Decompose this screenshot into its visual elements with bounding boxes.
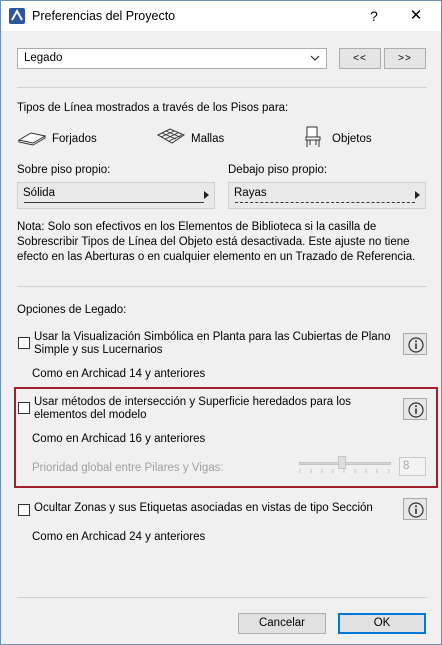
title-bar: Preferencias del Proyecto ? ✕	[1, 1, 441, 31]
legacy-intersection-label-line1: Usar métodos de intersección y Superfici…	[34, 396, 352, 408]
chair-icon	[305, 126, 321, 147]
archicad-app-icon	[9, 8, 25, 24]
priority-slider-thumb[interactable]	[338, 456, 346, 469]
mesh-icon	[156, 128, 186, 144]
divider	[17, 87, 427, 88]
solid-line-sample	[24, 202, 204, 203]
info-icon	[408, 402, 424, 418]
slabs-label: Forjados	[52, 133, 97, 145]
roof-symbolic-display-checkbox[interactable]	[18, 337, 30, 349]
note-text: Nota: Solo son efectivos en los Elemento…	[17, 221, 416, 263]
help-button[interactable]: ?	[361, 6, 387, 26]
own-story-line-type-popup[interactable]: Sólida	[17, 182, 215, 209]
divider	[17, 597, 427, 598]
preset-dropdown[interactable]: Legado	[17, 48, 327, 69]
roof-symbolic-display-label-line1: Usar la Visualización Simbólica en Plant…	[34, 331, 391, 343]
objects-label: Objetos	[332, 133, 372, 145]
hide-zones-subtext: Como en Archicad 24 y anteriores	[32, 531, 206, 543]
roof-symbolic-display-subtext: Como en Archicad 14 y anteriores	[32, 368, 206, 380]
slab-icon	[17, 132, 47, 146]
column-beam-priority-label: Prioridad global entre Pilares y Vigas:	[32, 462, 224, 474]
priority-value-field[interactable]: 8	[399, 457, 426, 476]
previous-preset-button[interactable]: <<	[339, 48, 381, 69]
info-icon	[408, 337, 424, 353]
project-preferences-dialog: Preferencias del Proyecto ? ✕ Legado << …	[0, 0, 442, 645]
priority-slider-ticks	[299, 469, 390, 473]
preset-value: Legado	[24, 52, 63, 64]
meshes-label: Mallas	[191, 133, 225, 145]
cancel-button[interactable]: Cancelar	[238, 613, 326, 634]
legacy-intersection-subtext: Como en Archicad 16 y anteriores	[32, 433, 206, 445]
line-types-heading: Tipos de Línea mostrados a través de los…	[17, 102, 289, 114]
info-icon	[408, 502, 424, 518]
popup-arrow-icon	[204, 191, 209, 199]
divider	[17, 286, 427, 287]
below-story-label: Debajo piso propio:	[228, 164, 328, 176]
close-button[interactable]: ✕	[403, 6, 429, 26]
below-story-line-type-popup[interactable]: Rayas	[228, 182, 426, 209]
below-story-line-type-value: Rayas	[234, 187, 267, 199]
hide-zones-label: Ocultar Zonas y sus Etiquetas asociadas …	[34, 502, 373, 514]
legacy-options-heading: Opciones de Legado:	[17, 304, 127, 316]
own-story-line-type-value: Sólida	[23, 187, 55, 199]
legacy-intersection-label-line2: elementos del modelo	[34, 409, 147, 421]
legacy-intersection-checkbox[interactable]	[18, 402, 30, 414]
own-story-label: Sobre piso propio:	[17, 164, 111, 176]
roof-symbolic-display-label-line2: Simple y sus Lucernarios	[34, 344, 163, 356]
ok-button[interactable]: OK	[338, 613, 426, 634]
chevron-down-icon	[310, 51, 320, 68]
next-preset-button[interactable]: >>	[384, 48, 426, 69]
info-button[interactable]	[403, 498, 427, 520]
hide-zones-checkbox[interactable]	[18, 504, 30, 516]
dashed-line-sample	[235, 202, 415, 203]
window-title: Preferencias del Proyecto	[32, 9, 176, 23]
info-button[interactable]	[403, 333, 427, 355]
popup-arrow-icon	[415, 191, 420, 199]
info-button[interactable]	[403, 398, 427, 420]
